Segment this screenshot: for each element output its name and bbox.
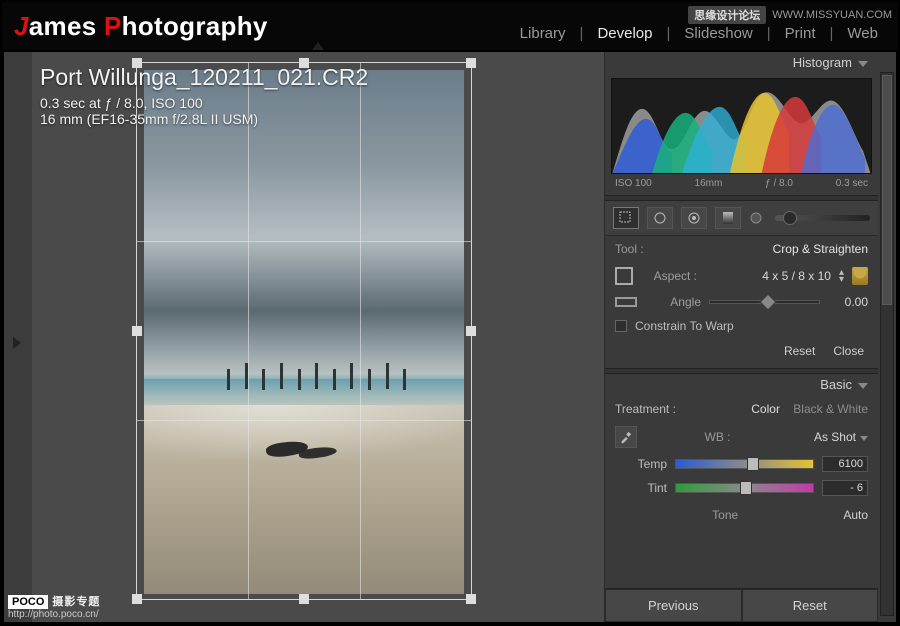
module-picker: Library| Develop| Slideshow| Print| Web: [520, 25, 878, 42]
image-lens: 16 mm (EF16-35mm f/2.8L II USM): [40, 111, 368, 127]
watermark-top: 思缘设计论坛 WWW.MISSYUAN.COM: [688, 6, 892, 24]
tool-close-button[interactable]: Close: [833, 344, 864, 358]
treatment-bw[interactable]: Black & White: [793, 402, 868, 416]
eyedropper-icon[interactable]: [615, 426, 637, 448]
module-develop[interactable]: Develop: [597, 25, 652, 42]
angle-slider[interactable]: [709, 300, 820, 304]
image-info-overlay: Port Willunga_120211_021.CR2 0.3 sec at …: [40, 64, 368, 127]
right-panel: Histogram ISO 100 16mm: [604, 52, 896, 622]
scroll-thumb[interactable]: [882, 75, 892, 305]
previous-button[interactable]: Previous: [605, 589, 742, 622]
chevron-down-icon: [860, 436, 868, 441]
tint-slider[interactable]: [675, 483, 814, 493]
right-scrollbar[interactable]: [880, 72, 894, 616]
wb-preset[interactable]: As Shot: [814, 430, 856, 444]
graduated-tool-icon[interactable]: [715, 207, 741, 229]
brush-size-slider[interactable]: [775, 215, 870, 221]
chevron-down-icon: [858, 383, 868, 389]
histogram-header[interactable]: Histogram: [605, 52, 878, 74]
module-library[interactable]: Library: [520, 25, 566, 42]
chevron-down-icon: [858, 61, 868, 67]
expand-top-icon: [312, 42, 324, 50]
image-filename: Port Willunga_120211_021.CR2: [40, 64, 368, 91]
histogram-footer: ISO 100 16mm ƒ / 8.0 0.3 sec: [605, 176, 878, 195]
temp-value[interactable]: 6100: [822, 456, 868, 472]
tool-strip: [605, 201, 878, 236]
crop-overlay[interactable]: [136, 62, 472, 600]
histogram-shutter[interactable]: 0.3 sec: [836, 178, 868, 189]
histogram-graph[interactable]: [611, 78, 872, 174]
image-exposure: 0.3 sec at ƒ / 8.0, ISO 100: [40, 95, 368, 111]
crop-handle[interactable]: [299, 594, 309, 604]
auto-tone-button[interactable]: Auto: [843, 508, 868, 522]
wb-row: WB : As Shot: [605, 422, 878, 452]
crop-handle[interactable]: [466, 594, 476, 604]
crop-tool-icon[interactable]: [613, 207, 639, 229]
aspect-value[interactable]: 4 x 5 / 8 x 10: [705, 269, 831, 283]
constrain-label: Constrain To Warp: [635, 319, 734, 333]
crop-handle[interactable]: [466, 326, 476, 336]
histogram-aperture[interactable]: ƒ / 8.0: [765, 178, 793, 189]
module-slideshow[interactable]: Slideshow: [684, 25, 752, 42]
basic-header[interactable]: Basic: [605, 374, 878, 396]
crop-handle[interactable]: [466, 58, 476, 68]
tool-header: Tool : Crop & Straighten: [605, 236, 878, 262]
aspect-icon[interactable]: [615, 267, 633, 285]
constrain-row: Constrain To Warp: [605, 314, 878, 338]
redeye-tool-icon[interactable]: [681, 207, 707, 229]
crop-handle[interactable]: [132, 594, 142, 604]
temp-slider[interactable]: [675, 459, 814, 469]
module-print[interactable]: Print: [785, 25, 816, 42]
treatment-color[interactable]: Color: [751, 402, 780, 416]
reset-button[interactable]: Reset: [742, 589, 879, 622]
crop-handle[interactable]: [132, 326, 142, 336]
aspect-row: Aspect : 4 x 5 / 8 x 10 ▴▾: [605, 262, 878, 290]
image-canvas[interactable]: Port Willunga_120211_021.CR2 0.3 sec at …: [32, 52, 604, 622]
module-web[interactable]: Web: [847, 25, 878, 42]
brand-identity: James Photography: [14, 11, 268, 42]
histogram-iso[interactable]: ISO 100: [615, 178, 652, 189]
tint-value[interactable]: - 6: [822, 480, 868, 496]
angle-row: Angle 0.00: [605, 290, 878, 314]
spot-tool-icon[interactable]: [647, 207, 673, 229]
aspect-stepper[interactable]: ▴▾: [839, 269, 844, 283]
angle-value[interactable]: 0.00: [828, 295, 868, 309]
top-bar: James Photography Library| Develop| Slid…: [2, 2, 898, 50]
histogram-focal[interactable]: 16mm: [695, 178, 723, 189]
expand-left-icon: [13, 337, 21, 349]
treatment-row: Treatment : Color Black & White: [605, 396, 878, 422]
constrain-checkbox[interactable]: [615, 320, 627, 332]
watermark-bottom: POCO摄影专题 http://photo.poco.cn/: [8, 593, 100, 620]
straighten-icon[interactable]: [615, 297, 637, 307]
tool-reset-button[interactable]: Reset: [784, 344, 815, 358]
left-panel-collapsed[interactable]: [4, 52, 32, 622]
lock-icon[interactable]: [852, 267, 868, 285]
brush-tool-icon[interactable]: [749, 207, 767, 229]
